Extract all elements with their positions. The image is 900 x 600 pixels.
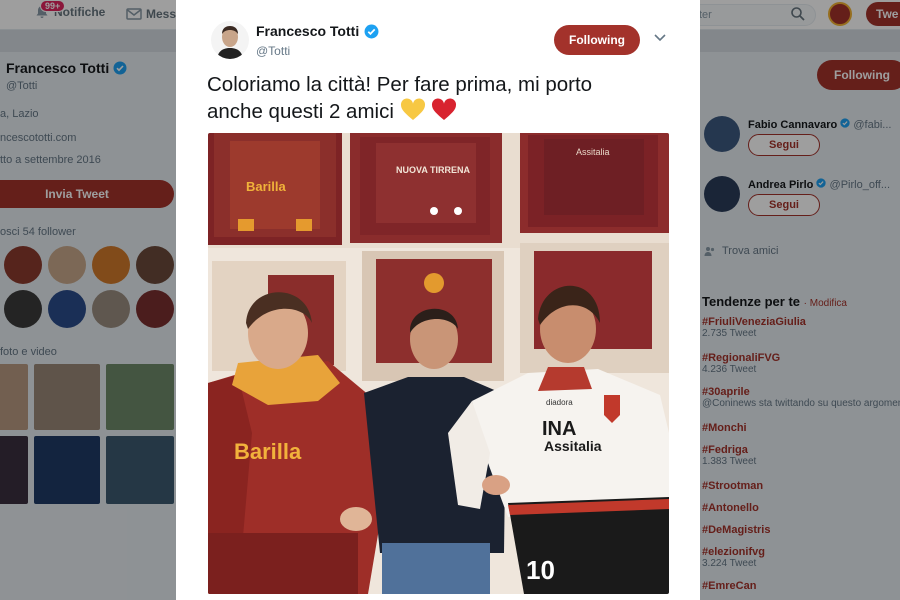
photo-barilla-1: Barilla [246, 179, 287, 194]
tweet-text: Coloriamo la città! Per fare prima, mi p… [207, 72, 647, 125]
red-heart-icon [432, 98, 457, 120]
tweet-photo[interactable]: Barilla NUOVA TIRRENA Assitalia Barilla … [208, 133, 669, 594]
chevron-down-icon[interactable] [654, 34, 666, 42]
author-name[interactable]: Francesco Totti [256, 23, 379, 39]
photo-assitalia-small: Assitalia [576, 147, 610, 157]
photo-ina: INA [542, 418, 576, 440]
photo-number: 10 [526, 555, 555, 585]
author-handle[interactable]: @Totti [256, 44, 290, 58]
photo-barilla-2: Barilla [234, 439, 302, 464]
photo-assitalia: Assitalia [544, 438, 602, 454]
following-button[interactable]: Following [554, 25, 640, 55]
photo-diadora: diadora [546, 398, 573, 407]
photo-nuova-tirrena: NUOVA TIRRENA [396, 165, 471, 175]
tweet-photo-image: Barilla NUOVA TIRRENA Assitalia Barilla … [208, 133, 669, 594]
author-avatar-image [211, 21, 249, 59]
author-name-text: Francesco Totti [256, 23, 360, 39]
verified-icon [364, 24, 379, 38]
author-avatar[interactable] [211, 21, 249, 59]
tweet-modal: Francesco Totti @Totti Following Coloria… [176, 0, 700, 600]
yellow-heart-icon [400, 98, 425, 120]
